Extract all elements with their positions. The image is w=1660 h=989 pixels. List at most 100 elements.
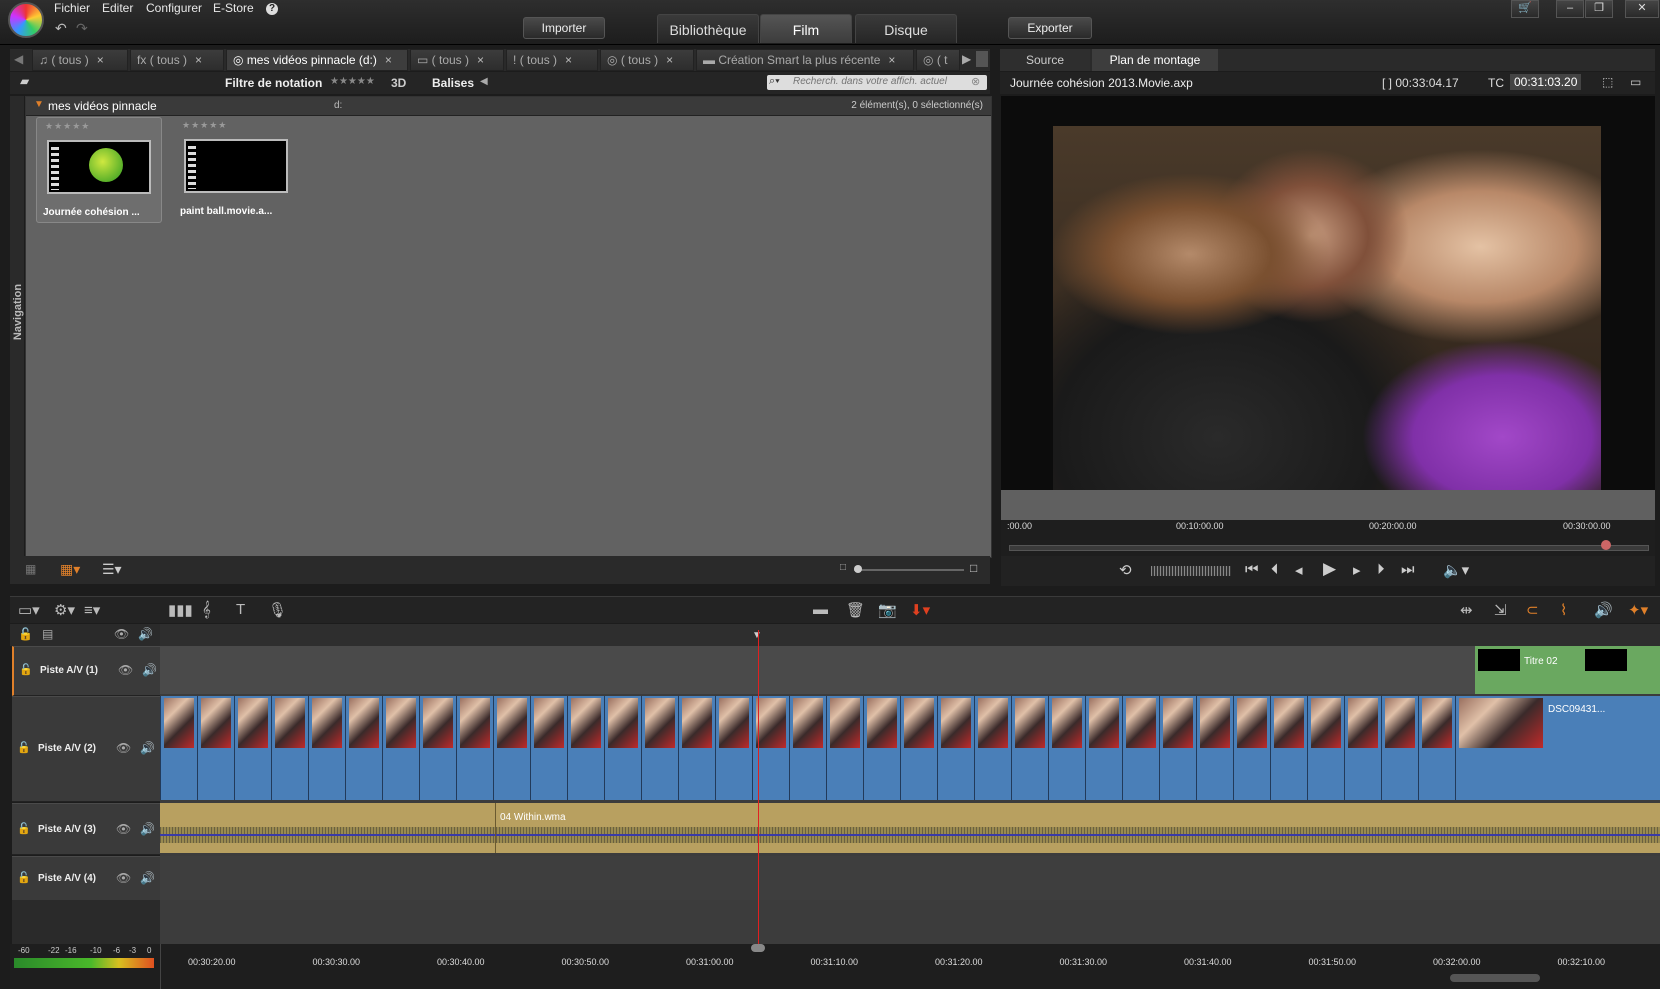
frame-back-icon[interactable]: ◂ xyxy=(1295,561,1303,579)
restore-icon[interactable]: ❐ xyxy=(1585,0,1613,18)
video-clip[interactable] xyxy=(789,696,827,800)
zoom-out-icon[interactable]: □ xyxy=(840,562,846,573)
video-clip[interactable] xyxy=(1307,696,1345,800)
video-clip[interactable] xyxy=(197,696,235,800)
search-box[interactable]: ⌕▾ ⊗ xyxy=(767,75,987,90)
jog-shuttle[interactable] xyxy=(1151,566,1231,576)
scrubber-handle[interactable] xyxy=(1601,540,1611,550)
video-clip[interactable] xyxy=(1159,696,1197,800)
library-tab-exclamation[interactable]: ! ( tous ) × xyxy=(506,49,598,71)
tab-scroll-right-icon[interactable]: ▶ xyxy=(962,52,971,66)
menu-configure[interactable]: Configurer xyxy=(146,1,202,15)
search-input[interactable] xyxy=(793,75,963,88)
menu-edit[interactable]: Editer xyxy=(102,1,133,15)
eye-icon[interactable]: 👁 xyxy=(116,822,131,836)
import-button[interactable]: Importer xyxy=(523,17,605,39)
video-clip[interactable] xyxy=(974,696,1012,800)
timeline-scrollbar[interactable] xyxy=(1450,974,1540,982)
video-clip-last[interactable]: DSC09431... xyxy=(1455,696,1660,800)
tag-icon[interactable]: ◀ xyxy=(480,76,488,87)
preview-scrubber[interactable]: :00.00 00:10:00.00 00:20:00.00 00:30:00.… xyxy=(1001,520,1655,556)
video-clip[interactable] xyxy=(530,696,568,800)
title-editor-icon[interactable]: T xyxy=(236,601,245,618)
tab-source[interactable]: Source xyxy=(1000,49,1090,71)
video-clip[interactable] xyxy=(678,696,716,800)
eye-icon[interactable]: 👁 xyxy=(116,871,131,885)
list-view-icon[interactable]: ☰▾ xyxy=(102,561,122,578)
track-header-1[interactable]: 🔓 Piste A/V (1) 👁 🔊 xyxy=(12,646,162,696)
scrubber-track[interactable] xyxy=(1009,545,1649,551)
zoom-slider[interactable] xyxy=(854,569,964,571)
video-clip[interactable] xyxy=(826,696,864,800)
tags-label[interactable]: Balises xyxy=(432,76,474,90)
item-rating-stars[interactable]: ★★★★★ xyxy=(45,121,90,132)
eye-icon[interactable]: 👁 xyxy=(116,741,131,755)
video-clip[interactable] xyxy=(900,696,938,800)
video-clip[interactable] xyxy=(1418,696,1456,800)
collapse-panel-icon[interactable]: ▦ xyxy=(25,562,36,576)
clear-search-icon[interactable]: ⊗ xyxy=(971,75,980,88)
pinnacle-logo-icon[interactable] xyxy=(8,2,44,38)
previous-icon[interactable]: ⏴ xyxy=(1271,561,1279,578)
library-tab-truncated[interactable]: ◎ ( t xyxy=(916,49,960,71)
video-clip[interactable] xyxy=(1270,696,1308,800)
search-icon[interactable]: ⌕▾ xyxy=(769,75,780,88)
playhead-marker-icon[interactable]: ▼ xyxy=(752,630,762,641)
undo-icon[interactable]: ↶ xyxy=(55,20,67,37)
library-tab-disc[interactable]: ◎ ( tous ) × xyxy=(600,49,694,71)
help-icon[interactable]: ? xyxy=(266,3,278,15)
lock-icon[interactable]: 🔓 xyxy=(19,663,33,676)
volume-icon[interactable]: 🔈▾ xyxy=(1443,561,1469,579)
go-to-start-icon[interactable]: ⏮ xyxy=(1245,561,1259,578)
lock-icon[interactable]: 🔓 xyxy=(17,871,31,884)
zoom-in-icon[interactable]: □ xyxy=(970,561,977,575)
library-item[interactable]: ★★★★★ Journée cohésion ... xyxy=(36,117,162,223)
track-header-4[interactable]: 🔓 Piste A/V (4) 👁 🔊 xyxy=(12,856,160,902)
tab-disc[interactable]: Disque xyxy=(855,14,957,43)
timeline-tracks[interactable]: Titre 02 DSC09431... xyxy=(160,646,1660,944)
lock-icon[interactable]: 🔓 xyxy=(17,822,31,835)
export-button[interactable]: Exporter xyxy=(1008,17,1092,39)
video-clip[interactable] xyxy=(1048,696,1086,800)
video-clip[interactable] xyxy=(1344,696,1382,800)
speaker-icon[interactable]: 🔊 xyxy=(142,663,157,677)
audio-scrub-icon[interactable]: 🔊 xyxy=(1594,601,1613,619)
video-clip[interactable] xyxy=(345,696,383,800)
eye-icon[interactable]: 👁 xyxy=(118,663,133,677)
audio-track-lane[interactable]: 04 Within.wma xyxy=(160,803,1660,853)
tab-film[interactable]: Film xyxy=(760,14,852,43)
collapse-icon[interactable]: ▼ xyxy=(34,99,44,110)
video-clip[interactable] xyxy=(604,696,642,800)
lock-icon[interactable]: 🔓 xyxy=(17,741,31,754)
menu-estore[interactable]: E-Store xyxy=(213,1,254,15)
delete-icon[interactable]: 🗑 xyxy=(846,601,865,619)
3d-filter-button[interactable]: 3D xyxy=(391,76,406,90)
trim-icon[interactable]: ⇹ xyxy=(1460,601,1473,619)
play-icon[interactable]: ▶ xyxy=(1323,559,1336,579)
snapshot-icon[interactable]: 📷 xyxy=(878,601,897,619)
rating-filter-stars[interactable]: ★★★★★ xyxy=(330,76,375,87)
storyboard-icon[interactable]: ▭▾ xyxy=(18,601,40,619)
loop-icon[interactable]: ⟲ xyxy=(1119,561,1132,579)
marker-icon[interactable]: ⬇▾ xyxy=(910,601,930,619)
video-clip[interactable] xyxy=(382,696,420,800)
tab-library[interactable]: Bibliothèque xyxy=(657,14,759,43)
video-clip[interactable] xyxy=(1011,696,1049,800)
library-tab-audio[interactable]: ♫ ( tous ) × xyxy=(32,49,128,71)
edit-mode-icon[interactable]: ⌇ xyxy=(1560,601,1567,619)
ripple-icon[interactable]: ⇲ xyxy=(1494,601,1507,619)
settings-icon[interactable]: ⚙▾ xyxy=(54,601,75,619)
fullscreen-icon[interactable]: ▭ xyxy=(1630,75,1641,89)
close-icon[interactable]: ✕ xyxy=(1625,0,1659,18)
close-tab-icon[interactable]: × xyxy=(385,53,392,67)
close-tab-icon[interactable]: × xyxy=(666,53,673,67)
close-tab-icon[interactable]: × xyxy=(888,53,895,67)
audio-all-icon[interactable]: 🔊 xyxy=(138,627,153,641)
lock-all-icon[interactable]: 🔓 xyxy=(18,627,33,641)
video-clip[interactable] xyxy=(641,696,679,800)
video-clip[interactable] xyxy=(567,696,605,800)
timeline-playhead[interactable] xyxy=(758,630,759,950)
tab-menu-icon[interactable] xyxy=(976,51,988,67)
preview-player[interactable] xyxy=(1001,96,1655,492)
visibility-all-icon[interactable]: 👁 xyxy=(114,627,129,641)
